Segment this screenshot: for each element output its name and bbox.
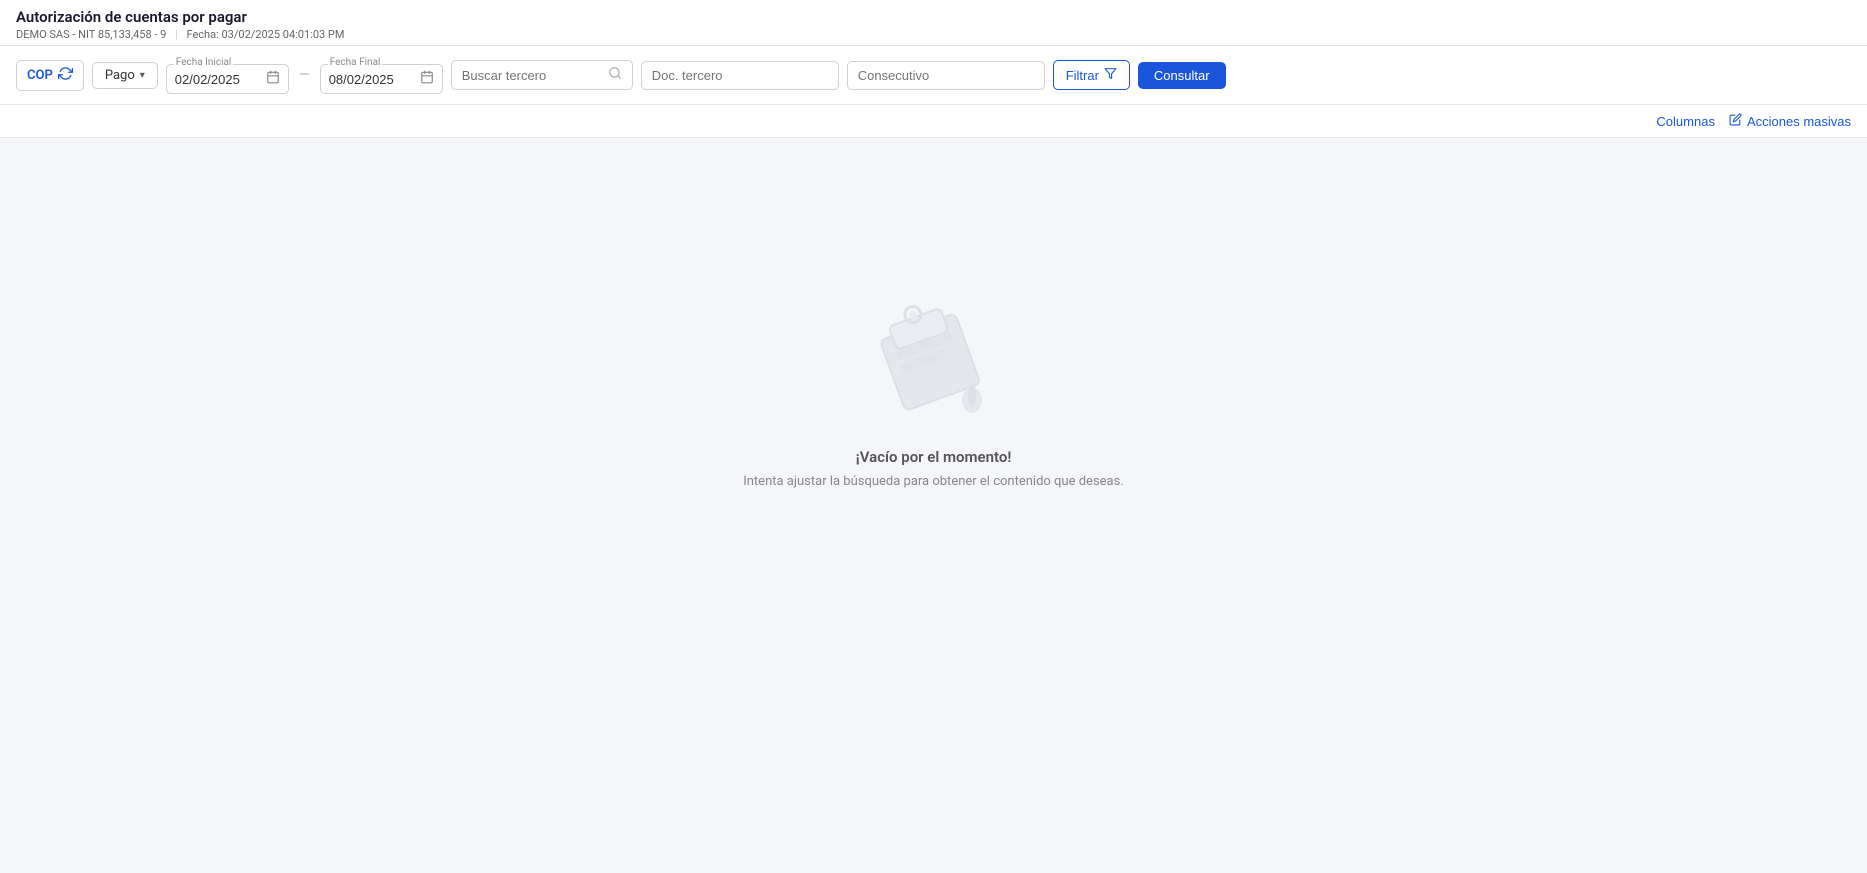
fecha-inicial-wrapper: Fecha Inicial	[166, 64, 289, 94]
calendar-icon[interactable]	[266, 70, 280, 88]
empty-illustration	[864, 288, 1004, 428]
calendar-end-icon[interactable]	[420, 70, 434, 88]
currency-label: COP	[27, 68, 53, 83]
columnas-label: Columnas	[1656, 114, 1715, 129]
page-title: Autorización de cuentas por pagar	[16, 8, 1851, 26]
fecha-final-wrapper: Fecha Final	[320, 64, 443, 94]
fecha-final-input[interactable]	[329, 72, 414, 87]
acciones-label: Acciones masivas	[1747, 114, 1851, 129]
filtrar-label: Filtrar	[1066, 68, 1099, 83]
chevron-down-icon: ▾	[140, 70, 145, 81]
fecha-inicial-label: Fecha Inicial	[174, 57, 234, 68]
company-info: DEMO SAS - NIT 85,133,458 - 9 | Fecha: 0…	[16, 28, 1851, 41]
search-icon	[608, 66, 622, 84]
fecha-final-label: Fecha Final	[328, 57, 383, 68]
action-bar: Columnas Acciones masivas	[0, 105, 1867, 138]
pago-selector[interactable]: Pago ▾	[92, 62, 158, 89]
doc-tercero-input[interactable]	[641, 61, 839, 90]
pago-label: Pago	[105, 68, 135, 83]
toolbar: COP Pago ▾ Fecha Inicial	[0, 46, 1867, 105]
fecha-inicial-input[interactable]	[175, 72, 260, 87]
consecutivo-input[interactable]	[847, 61, 1045, 90]
company-name: DEMO SAS - NIT 85,133,458 - 9	[16, 28, 166, 41]
fecha-final-input-wrap	[320, 64, 443, 94]
date-value: 03/02/2025 04:01:03 PM	[222, 28, 345, 41]
empty-state: ¡Vacío por el momento! Intenta ajustar l…	[0, 138, 1867, 638]
date-range-separator: —	[299, 67, 310, 83]
header-bar: Autorización de cuentas por pagar DEMO S…	[0, 0, 1867, 46]
acciones-masivas-button[interactable]: Acciones masivas	[1729, 113, 1851, 129]
empty-subtitle: Intenta ajustar la búsqueda para obtener…	[743, 474, 1124, 489]
currency-selector[interactable]: COP	[16, 60, 84, 91]
columnas-button[interactable]: Columnas	[1656, 114, 1715, 129]
filtrar-button[interactable]: Filtrar	[1053, 60, 1130, 90]
fecha-inicial-input-wrap	[166, 64, 289, 94]
sync-icon	[58, 66, 73, 85]
empty-title: ¡Vacío por el momento!	[856, 448, 1012, 466]
consultar-label: Consultar	[1154, 68, 1210, 83]
consultar-button[interactable]: Consultar	[1138, 62, 1226, 89]
date-label: Fecha:	[187, 28, 219, 41]
filter-icon	[1104, 67, 1117, 83]
search-tercero-input[interactable]	[462, 68, 602, 83]
edit-icon	[1729, 113, 1742, 129]
search-tercero-field	[451, 60, 633, 90]
